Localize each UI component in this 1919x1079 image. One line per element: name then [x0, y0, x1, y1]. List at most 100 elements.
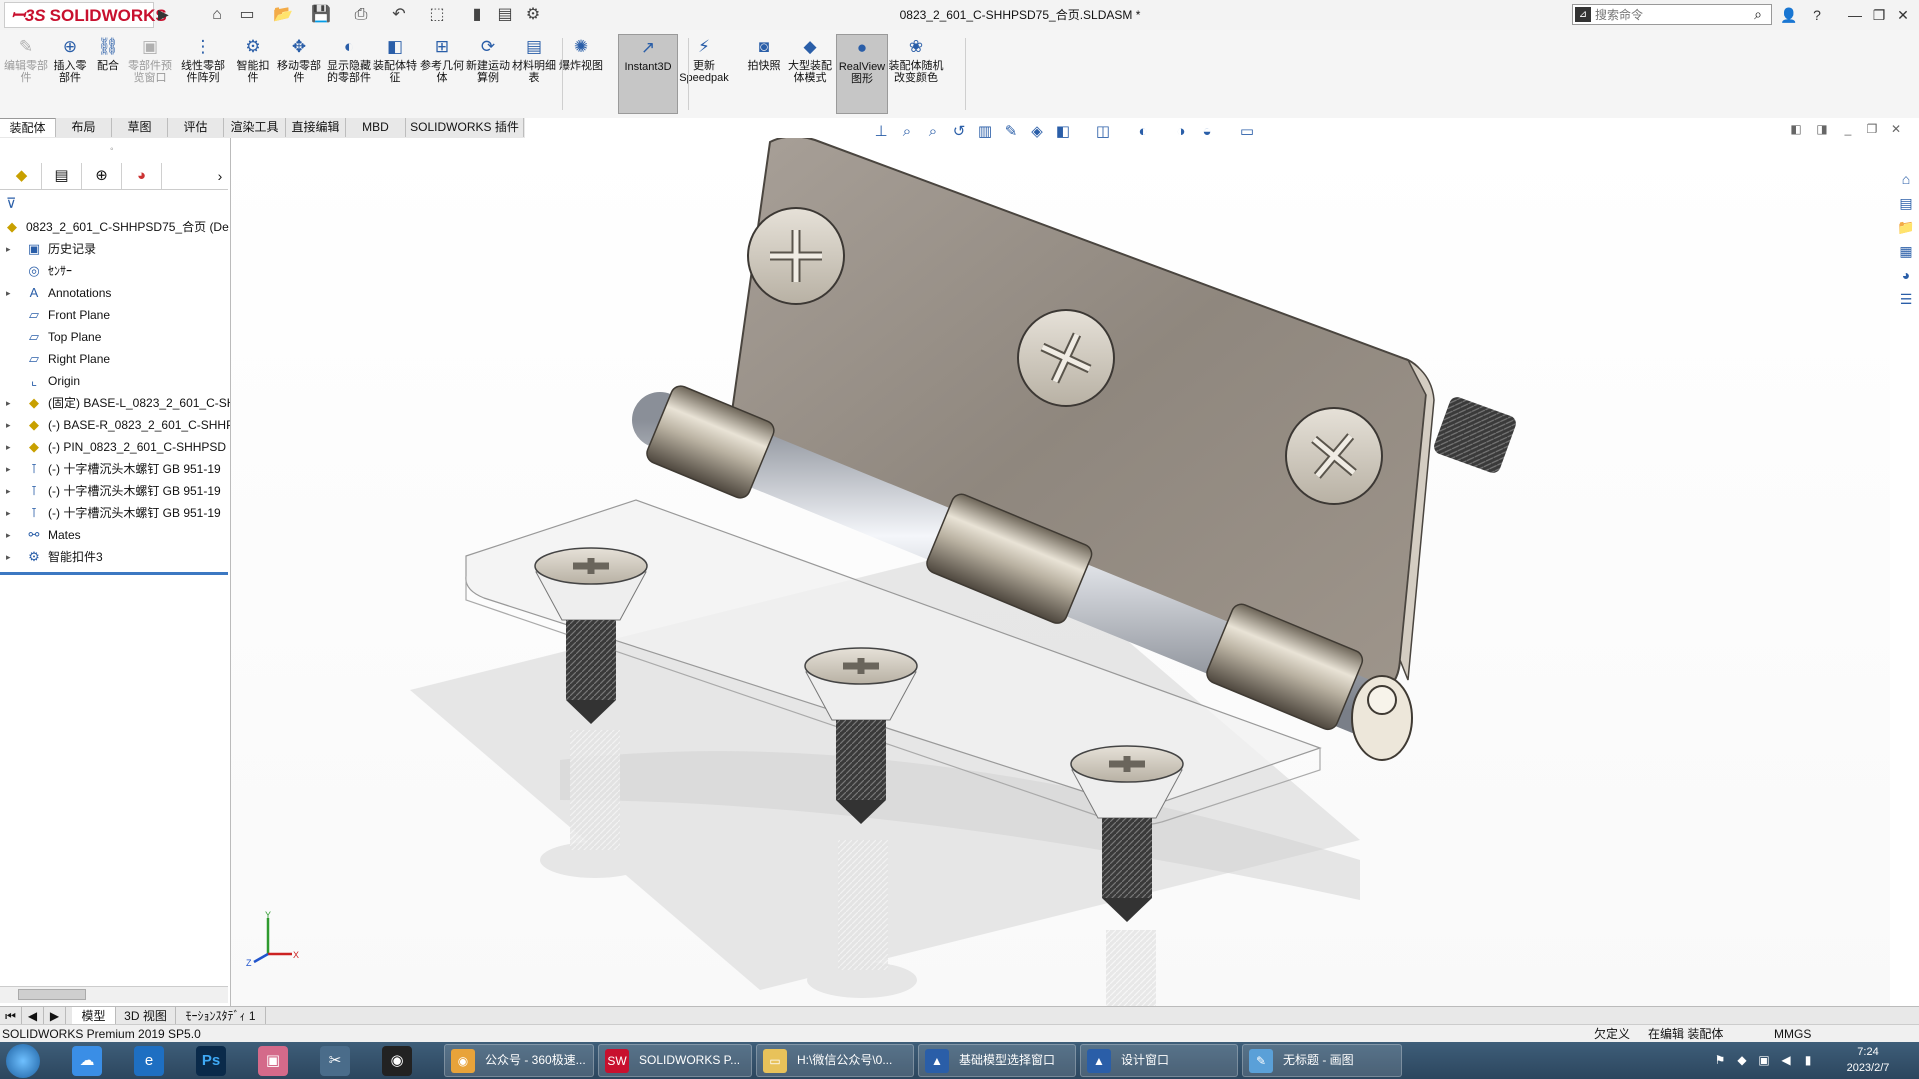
- prev-tab-icon[interactable]: ◀: [22, 1007, 44, 1025]
- undo-icon[interactable]: ↶: [388, 4, 410, 26]
- zoom-area-icon[interactable]: ⌕: [922, 120, 944, 144]
- doc-minimize-button[interactable]: _: [1838, 122, 1858, 140]
- cmd-random-color-button[interactable]: ❀ 装配体随机改变颜色: [888, 34, 944, 114]
- cmd-instant3d-button[interactable]: ↗ Instant3D: [618, 34, 678, 114]
- tree-item[interactable]: ▸ ◆ (-) BASE-R_0823_2_601_C-SHHP: [0, 414, 230, 436]
- tree-item[interactable]: ▸ ⊺ (-) 十字槽沉头木螺钉 GB 951-19: [0, 502, 230, 524]
- property-manager-tab-icon[interactable]: ▤: [42, 163, 82, 189]
- taskbar-task[interactable]: SW SOLIDWORKS P...: [598, 1044, 752, 1077]
- bottom-tab-2[interactable]: ﾓｰｼｮﾝｽﾀﾃﾞｨ 1: [176, 1007, 266, 1025]
- expand-arrow-icon[interactable]: ▸: [6, 458, 16, 480]
- tree-item[interactable]: ▸ ◆ (固定) BASE-L_0823_2_601_C-SH: [0, 392, 230, 414]
- search-box[interactable]: ⊿ ⌕: [1572, 4, 1772, 25]
- tray-volume-icon[interactable]: ◀: [1778, 1052, 1794, 1068]
- file-properties-icon[interactable]: ▤: [494, 4, 516, 26]
- expand-arrow-icon[interactable]: ▸: [6, 238, 16, 260]
- doc-tile-left-icon[interactable]: ◧: [1786, 122, 1806, 140]
- first-tab-icon[interactable]: ⏮: [0, 1007, 22, 1025]
- expand-arrow-icon[interactable]: ▸: [6, 480, 16, 502]
- cmd-motion-study-button[interactable]: ⟳ 新建运动算例: [466, 34, 510, 114]
- units-selector[interactable]: MMGS: [1774, 1025, 1811, 1043]
- hinge-3d-model[interactable]: [230, 135, 1890, 1006]
- solidworks-logo[interactable]: ꟷ3S SOLIDWORKS: [4, 2, 167, 28]
- tab-4[interactable]: 渲染工具: [224, 118, 286, 137]
- appearances-icon[interactable]: ◕: [1895, 264, 1917, 286]
- cmd-show-hidden-button[interactable]: ◐ 显示隐藏的零部件: [324, 34, 374, 114]
- home-icon[interactable]: ⌂: [206, 4, 228, 26]
- file-explorer-icon[interactable]: 📁: [1895, 216, 1917, 238]
- scrollbar-thumb[interactable]: [18, 989, 86, 1000]
- tree-item[interactable]: ▱ Top Plane: [0, 326, 230, 348]
- menu-expand-icon[interactable]: ▶: [158, 6, 170, 24]
- expand-arrow-icon[interactable]: ▸: [6, 282, 16, 304]
- tree-item[interactable]: ▸ ⚙ 智能扣件3: [0, 546, 230, 568]
- hide-show-icon[interactable]: ◫: [1092, 120, 1114, 144]
- bottom-tab-0[interactable]: 模型: [72, 1007, 116, 1025]
- tree-item[interactable]: ▸ ⊺ (-) 十字槽沉头木螺钉 GB 951-19: [0, 480, 230, 502]
- tab-2[interactable]: 草图: [112, 118, 168, 137]
- expand-arrow-icon[interactable]: ▸: [6, 436, 16, 458]
- design-library-icon[interactable]: ▤: [1895, 192, 1917, 214]
- dynamic-annotation-icon[interactable]: ✎: [1000, 120, 1022, 144]
- expand-arrow-icon[interactable]: ▸: [6, 414, 16, 436]
- custom-properties-icon[interactable]: ☰: [1895, 288, 1917, 310]
- doc-tile-right-icon[interactable]: ◨: [1812, 122, 1832, 140]
- tree-root[interactable]: ◆ 0823_2_601_C-SHHPSD75_合页 (De: [0, 216, 230, 238]
- cmd-edit-component-button[interactable]: ✎ 编辑零部件: [4, 34, 48, 114]
- search-input[interactable]: [1595, 5, 1745, 24]
- cmd-bom-button[interactable]: ▤ 材料明细表: [512, 34, 556, 114]
- cmd-speedpak-button[interactable]: ⚡ 更新Speedpak: [676, 34, 732, 114]
- tab-3[interactable]: 评估: [168, 118, 224, 137]
- cmd-move-component-button[interactable]: ✥ 移动零部件: [276, 34, 322, 114]
- doc-restore-button[interactable]: ❐: [1862, 122, 1882, 140]
- tab-5[interactable]: 直接编辑: [286, 118, 346, 137]
- bottom-tab-1[interactable]: 3D 视图: [116, 1007, 176, 1025]
- previous-view-icon[interactable]: ↺: [948, 120, 970, 144]
- view-settings-icon[interactable]: ▭: [1236, 120, 1258, 144]
- cmd-component-preview-button[interactable]: ▣ 零部件预览窗口: [128, 34, 172, 114]
- cmd-realview-button[interactable]: ● RealView图形: [836, 34, 888, 114]
- cmd-snapshot-button[interactable]: ◙ 拍快照: [744, 34, 784, 114]
- restore-button[interactable]: ❐: [1866, 5, 1892, 25]
- tree-item[interactable]: ▸ ▣ 历史记录: [0, 238, 230, 260]
- print-icon[interactable]: ⎙: [350, 4, 372, 26]
- rollback-bar[interactable]: [0, 572, 228, 575]
- tree-item[interactable]: ▱ Front Plane: [0, 304, 230, 326]
- panel-scrollbar[interactable]: [0, 986, 228, 1003]
- tree-item[interactable]: ▸ A Annotations: [0, 282, 230, 304]
- tab-1[interactable]: 布局: [56, 118, 112, 137]
- view-cube-icon[interactable]: ◈: [1026, 120, 1048, 144]
- user-icon[interactable]: 👤: [1776, 5, 1802, 25]
- open-icon[interactable]: 📂: [272, 4, 294, 26]
- search-mode-icon[interactable]: ⊿: [1575, 7, 1591, 22]
- expand-arrow-icon[interactable]: ▸: [6, 502, 16, 524]
- edit-appearance-icon[interactable]: ◐: [1132, 120, 1154, 144]
- feature-manager-tab-icon[interactable]: ◆: [2, 163, 42, 189]
- tree-item[interactable]: ▱ Right Plane: [0, 348, 230, 370]
- tree-item[interactable]: ▸ ⚯ Mates: [0, 524, 230, 546]
- tree-item[interactable]: ▸ ⊺ (-) 十字槽沉头木螺钉 GB 951-19: [0, 458, 230, 480]
- view-palette-icon[interactable]: ▦: [1895, 240, 1917, 262]
- new-document-icon[interactable]: ▭: [236, 4, 258, 26]
- resources-home-icon[interactable]: ⌂: [1895, 168, 1917, 190]
- cmd-assembly-features-button[interactable]: ◧ 装配体特征: [372, 34, 418, 114]
- taskbar-task[interactable]: ◉ 公众号 - 360极速...: [444, 1044, 594, 1077]
- tray-network-icon[interactable]: ▣: [1756, 1052, 1772, 1068]
- apply-scene-icon[interactable]: ◑: [1170, 120, 1192, 144]
- tray-app-icon[interactable]: ◆: [1734, 1052, 1750, 1068]
- panel-grip-icon[interactable]: ◦: [110, 144, 114, 155]
- tree-item[interactable]: ▸ ◆ (-) PIN_0823_2_601_C-SHHPSD: [0, 436, 230, 458]
- cmd-insert-component-button[interactable]: ⊕ 插入零部件: [50, 34, 90, 114]
- save-icon[interactable]: 💾: [310, 4, 332, 26]
- next-tab-icon[interactable]: ▶: [44, 1007, 66, 1025]
- cmd-mate-button[interactable]: ⛓ 配合: [90, 34, 126, 114]
- expand-arrow-icon[interactable]: ▸: [6, 524, 16, 546]
- minimize-button[interactable]: —: [1842, 5, 1868, 25]
- doc-close-button[interactable]: ✕: [1886, 122, 1906, 140]
- expand-arrow-icon[interactable]: ▸: [6, 392, 16, 414]
- expand-arrow-icon[interactable]: ▸: [6, 546, 16, 568]
- cmd-smart-fasteners-button[interactable]: ⚙ 智能扣件: [232, 34, 274, 114]
- tab-7[interactable]: SOLIDWORKS 插件: [406, 118, 524, 137]
- tab-6[interactable]: MBD: [346, 118, 406, 137]
- taskbar-task[interactable]: ▭ H:\微信公众号\0...: [756, 1044, 914, 1077]
